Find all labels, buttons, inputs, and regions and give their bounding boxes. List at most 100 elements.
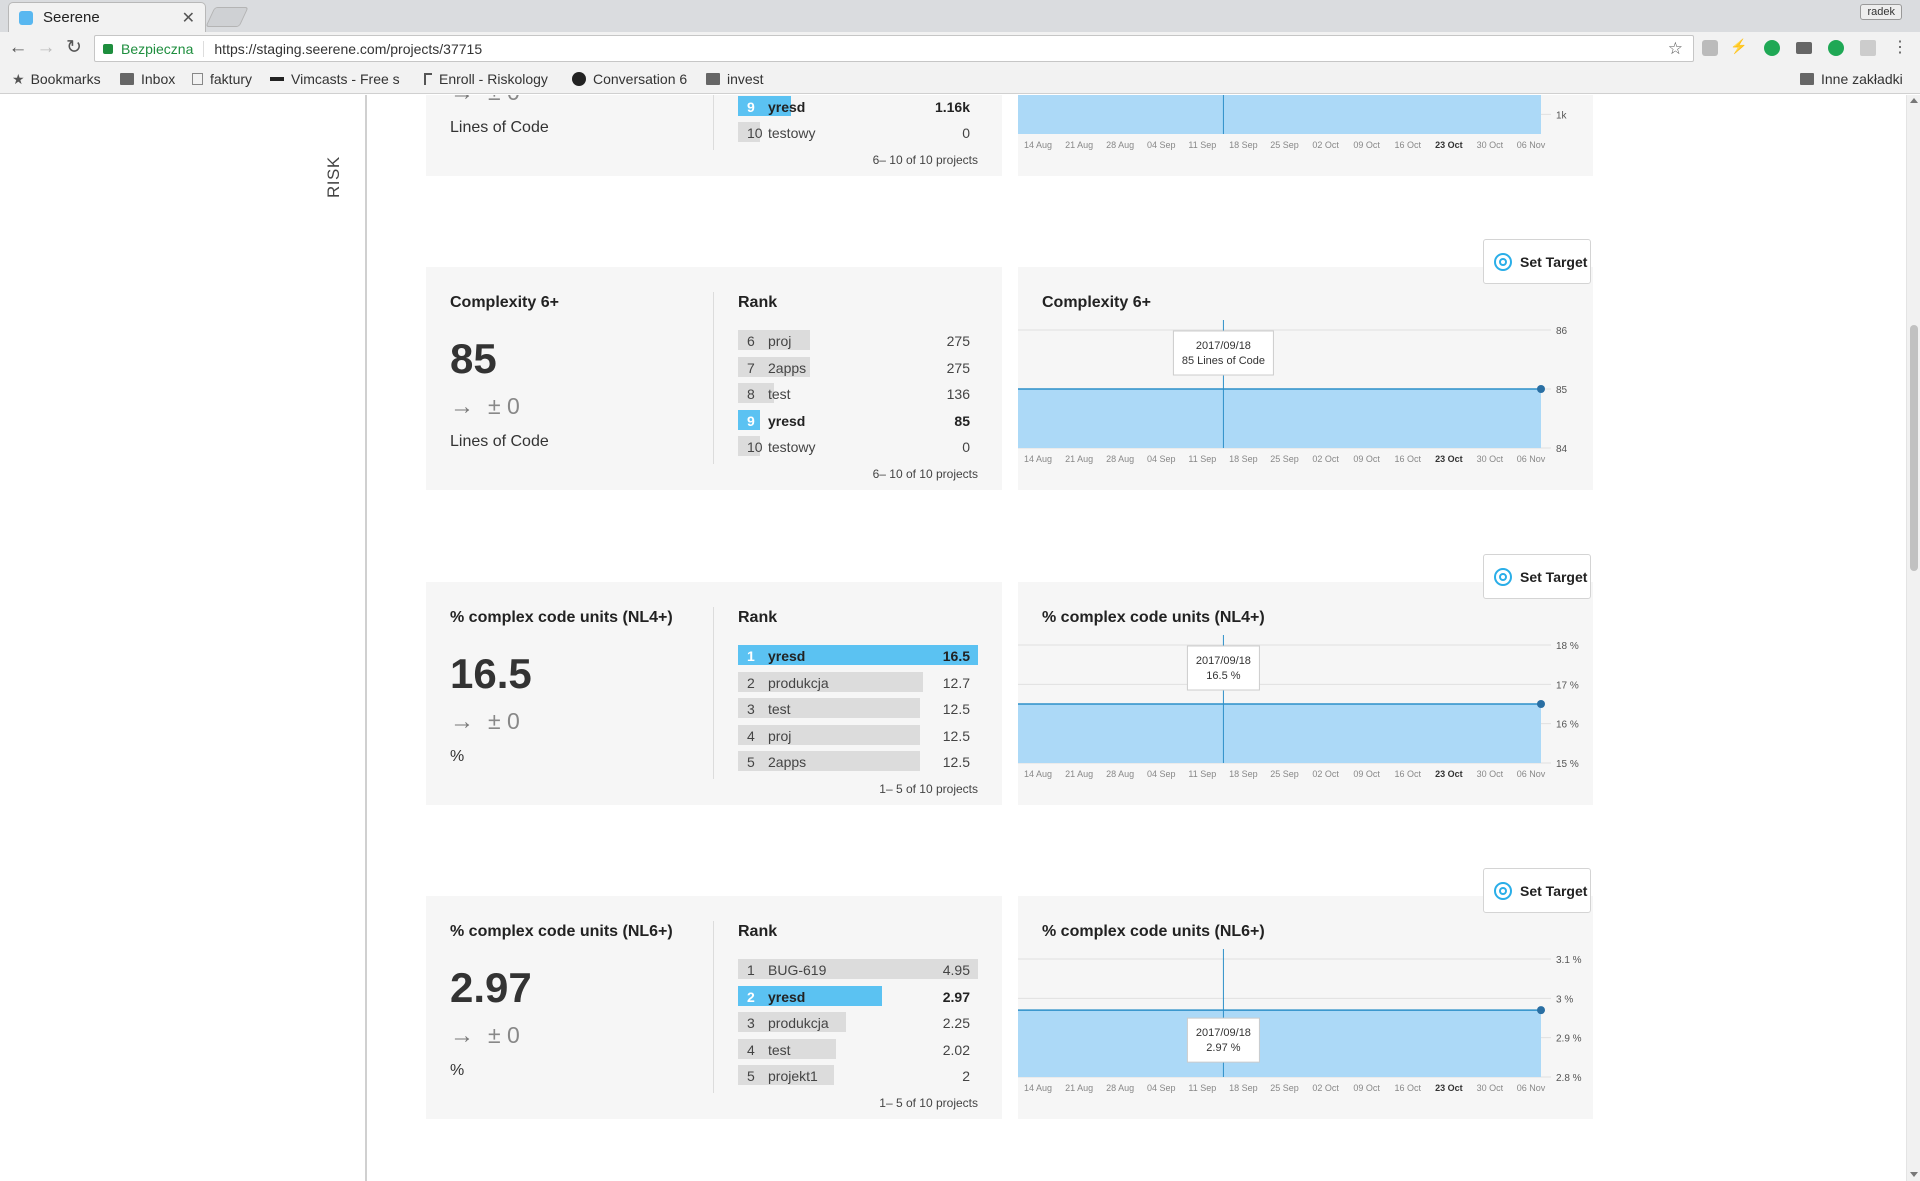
x-tick-label: 11 Sep [1188, 769, 1216, 779]
x-tick-label: 21 Aug [1065, 140, 1093, 150]
x-tick-label: 02 Oct [1312, 1083, 1339, 1093]
bookmark-invest[interactable]: invest [706, 70, 764, 88]
rank-row[interactable]: 4 test 2.02 [738, 1036, 978, 1063]
rank-row[interactable]: 3 produkcja 2.25 [738, 1009, 978, 1036]
rank-row[interactable]: 10 testowy 0 [738, 433, 978, 460]
rank-pager[interactable]: 6– 10 of 10 projects [873, 153, 978, 167]
reload-icon[interactable]: ↻ [62, 36, 86, 60]
extension-cast-icon[interactable] [1860, 40, 1876, 56]
lock-icon [103, 43, 113, 54]
series-last-point[interactable] [1537, 385, 1545, 393]
rank-row[interactable]: 5 2apps 12.5 [738, 748, 978, 775]
extension-evernote-icon[interactable] [1764, 40, 1780, 56]
rank-row[interactable]: 2 produkcja 12.7 [738, 669, 978, 696]
x-tick-label: 18 Sep [1229, 140, 1258, 150]
new-tab-button[interactable] [205, 7, 249, 27]
rank-pager[interactable]: 6– 10 of 10 projects [873, 467, 978, 481]
metric-delta: ± 0 [488, 393, 520, 419]
folder-icon [1800, 73, 1814, 85]
menu-kebab-icon[interactable]: ⋮ [1888, 36, 1912, 60]
rank-position: 7 [747, 359, 755, 376]
bookmark-star-icon[interactable]: ☆ [1668, 39, 1683, 59]
star-icon: ★ [12, 70, 25, 87]
extension-mail-icon[interactable] [1796, 42, 1812, 54]
extension-bolt-icon[interactable]: ⚡ [1730, 38, 1747, 54]
bookmark-vimcasts[interactable]: Vimcasts - Free s [270, 70, 404, 88]
series-last-point[interactable] [1537, 1006, 1545, 1015]
vertical-scrollbar[interactable] [1906, 95, 1920, 1181]
trend-chart[interactable]: 18 % 17 % 16 % 15 % 14 Aug 21 Aug 28 Aug 04 Sep… [1018, 582, 1593, 805]
x-tick-label: 14 Aug [1024, 769, 1052, 779]
rank-list: 1 BUG-619 4.95 2 yresd 2.97 3 produkcja 2.25 4 tes… [738, 956, 978, 1089]
set-target-button[interactable]: Set Target [1483, 868, 1591, 913]
tab-seerene[interactable]: Seerene ✕ [8, 2, 206, 32]
rank-pager[interactable]: 1– 5 of 10 projects [879, 782, 978, 796]
x-tick-label: 14 Aug [1024, 1083, 1052, 1093]
profile-button[interactable]: radek [1860, 4, 1902, 20]
scroll-up-arrow-icon[interactable] [1910, 98, 1918, 103]
extension-puzzle-icon[interactable] [1702, 40, 1718, 56]
metric-title: % complex code units (NL6+) [450, 923, 673, 940]
y-tick-label: 2.9 % [1556, 1034, 1582, 1045]
x-tick-label: 25 Sep [1270, 454, 1299, 464]
risk-section-label[interactable]: RISK [324, 156, 344, 198]
extension-grammarly-icon[interactable] [1828, 40, 1844, 56]
rank-list: 1 yresd 16.5 2 produkcja 12.7 3 test 12.5 4 proj 12… [738, 642, 978, 775]
rank-title: Rank [738, 294, 778, 311]
address-bar[interactable]: Bezpieczna https://staging.seerene.com/p… [94, 35, 1694, 62]
forward-arrow-icon[interactable]: → [34, 36, 58, 60]
rank-project-name: testowy [768, 439, 816, 455]
rank-row[interactable]: 1 BUG-619 4.95 [738, 956, 978, 983]
metric-chart-card: % complex code units (NL6+) 3.1 % 3 % 2.9 %… [1018, 896, 1593, 1119]
target-icon [1494, 252, 1512, 271]
rank-row[interactable]: 8 test 136 [738, 380, 978, 407]
series-last-point[interactable] [1537, 700, 1545, 708]
rank-position: 8 [747, 386, 755, 402]
bookmark-other[interactable]: Inne zakładki [1800, 70, 1903, 88]
metric-unit: Lines of Code [450, 433, 549, 450]
rank-row[interactable]: 2 yresd 2.97 [738, 983, 978, 1010]
x-tick-label: 23 Oct [1435, 454, 1463, 464]
url-text[interactable]: https://staging.seerene.com/projects/377… [214, 41, 482, 57]
rank-position: 4 [747, 727, 755, 744]
rank-pager[interactable]: 1– 5 of 10 projects [879, 1096, 978, 1110]
bookmark-faktury[interactable]: faktury [192, 70, 252, 88]
rank-row[interactable]: 9 yresd 1.16k [738, 95, 978, 119]
card-divider [713, 292, 714, 464]
set-target-button[interactable]: Set Target [1483, 554, 1591, 599]
target-icon [1494, 567, 1512, 586]
back-arrow-icon[interactable]: ← [6, 36, 30, 60]
y-tick-label: 2.8 % [1556, 1073, 1582, 1084]
scrollbar-thumb[interactable] [1910, 325, 1918, 571]
rank-row[interactable]: 1 yresd 16.5 [738, 642, 978, 669]
rank-row[interactable]: 7 2apps 275 [738, 354, 978, 381]
rank-position: 9 [747, 412, 755, 429]
rank-row[interactable]: 3 test 12.5 [738, 695, 978, 722]
rank-row[interactable]: 10 testowy 0 [738, 119, 978, 146]
close-tab-icon[interactable]: ✕ [182, 8, 195, 28]
bookmark-conversation[interactable]: Conversation 6 [572, 70, 687, 88]
x-tick-label: 25 Sep [1270, 140, 1299, 150]
rank-value: 2.97 [942, 988, 970, 1005]
trend-chart[interactable]: 1.1k1k14 Aug21 Aug28 Aug04 Sep11 Sep18 S… [1018, 95, 1593, 176]
rank-project-name: yresd [768, 412, 806, 429]
rank-row[interactable]: 9 yresd 85 [738, 407, 978, 434]
rank-row[interactable]: 4 proj 12.5 [738, 722, 978, 749]
tooltip-date: 2017/09/18 [1196, 1027, 1251, 1039]
y-tick-label: 15 % [1556, 759, 1579, 770]
rank-position: 2 [747, 674, 755, 691]
x-tick-label: 16 Oct [1394, 1083, 1421, 1093]
x-tick-label: 16 Oct [1394, 454, 1421, 464]
trend-chart[interactable]: 86 85 84 14 Aug 21 Aug 28 Aug 04 Sep 11 Sep 18 S… [1018, 267, 1593, 490]
metric-delta: ± 0 [488, 1022, 520, 1048]
rank-value: 12.7 [942, 674, 970, 691]
browser-toolbar: ← → ↻ Bezpieczna https://staging.seerene… [0, 32, 1920, 64]
rank-row[interactable]: 6 proj 275 [738, 327, 978, 354]
bookmark-bookmarks[interactable]: ★ Bookmarks [12, 70, 101, 88]
trend-chart[interactable]: 3.1 % 3 % 2.9 % 2.8 % 14 Aug 21 Aug 28 Aug 04 S… [1018, 896, 1593, 1119]
bookmark-enroll-riskology[interactable]: Enroll - Riskology [424, 70, 554, 88]
scroll-down-arrow-icon[interactable] [1910, 1172, 1918, 1177]
rank-row[interactable]: 5 projekt1 2 [738, 1062, 978, 1089]
bookmark-inbox[interactable]: Inbox [120, 70, 175, 88]
set-target-button[interactable]: Set Target [1483, 239, 1591, 284]
